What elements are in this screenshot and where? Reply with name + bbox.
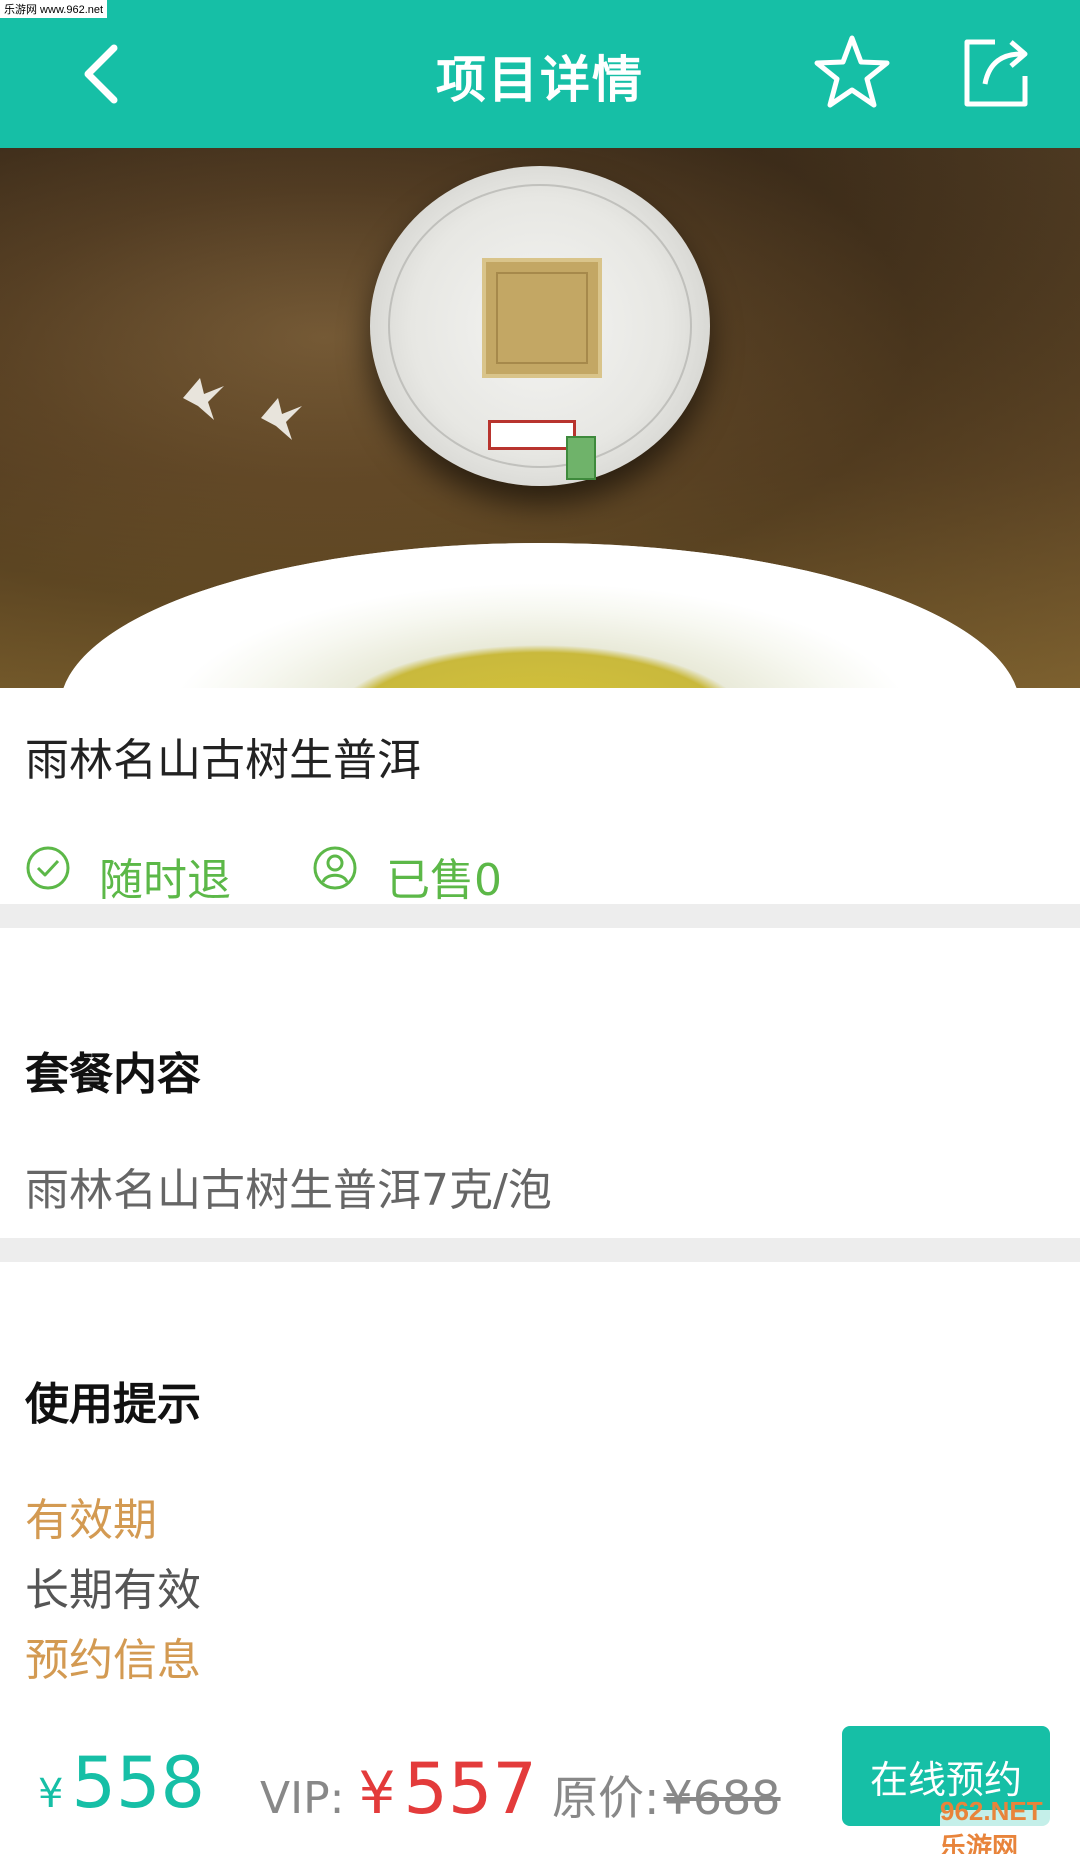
booking-info-label: 预约信息 xyxy=(25,1635,201,1686)
original-price: 原价: ¥688 xyxy=(552,1762,781,1828)
page-title: 项目详情 xyxy=(436,51,644,109)
current-price-symbol: ¥ xyxy=(38,1771,64,1817)
item-summary: 雨林名山古树生普洱 随时退 已售0 xyxy=(0,688,1080,906)
hero-image[interactable] xyxy=(0,148,1080,688)
tips-section: 使用提示 有效期 长期有效 预约信息 xyxy=(0,1262,1080,1702)
section-divider xyxy=(0,1238,1080,1262)
vip-price-symbol: ¥ xyxy=(358,1759,396,1827)
current-price: ¥ 558 xyxy=(38,1742,205,1824)
favorite-button[interactable] xyxy=(812,32,892,112)
bird-icon xyxy=(261,398,302,440)
tea-cake xyxy=(370,166,710,486)
item-title: 雨林名山古树生普洱 xyxy=(25,735,421,786)
star-outline-icon xyxy=(814,35,890,108)
package-content: 雨林名山古树生普洱7克/泡 xyxy=(25,1165,552,1216)
watermark-top: 乐游网 www.962.net xyxy=(0,0,108,18)
share-icon xyxy=(964,39,1028,107)
validity-value: 长期有效 xyxy=(25,1565,201,1616)
bottom-price-bar: ¥ 558 VIP: ¥ 557 原价: ¥688 在线预约 xyxy=(0,1702,1080,1854)
check-circle-icon xyxy=(26,846,70,890)
tea-cake-stamp xyxy=(488,420,576,450)
package-heading: 套餐内容 xyxy=(25,1049,201,1100)
section-divider xyxy=(0,904,1080,928)
original-price-label: 原价: xyxy=(552,1771,660,1825)
tea-cake-label xyxy=(482,258,602,378)
tag-refund-label: 随时退 xyxy=(99,855,231,906)
bird-icon xyxy=(183,378,224,420)
current-price-value: 558 xyxy=(71,1742,206,1824)
vip-price-value: 557 xyxy=(403,1748,537,1830)
package-section: 套餐内容 雨林名山古树生普洱7克/泡 xyxy=(0,928,1080,1238)
validity-label: 有效期 xyxy=(25,1495,157,1546)
tag-sold-label: 已售0 xyxy=(386,855,502,906)
watermark-bottom: 962.NET 乐游网 xyxy=(940,1796,1070,1854)
share-button[interactable] xyxy=(955,32,1035,112)
user-circle-icon xyxy=(313,846,357,890)
original-price-value: ¥688 xyxy=(663,1771,781,1825)
tag-sold: 已售0 xyxy=(312,828,502,908)
tag-refund: 随时退 xyxy=(25,828,231,908)
app-header: 项目详情 xyxy=(0,0,1080,148)
vip-price: VIP: ¥ 557 xyxy=(260,1748,537,1830)
tips-heading: 使用提示 xyxy=(25,1379,201,1430)
vip-label: VIP: xyxy=(260,1773,345,1824)
tea-cake-seal xyxy=(566,436,596,480)
